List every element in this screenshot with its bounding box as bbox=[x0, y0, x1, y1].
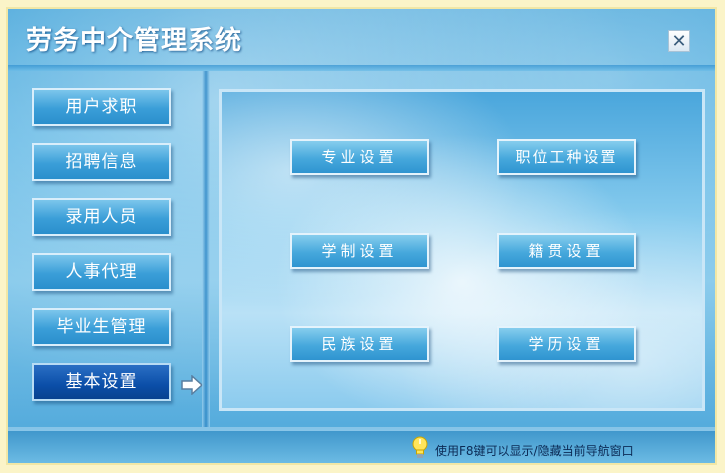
sidebar-divider bbox=[202, 71, 210, 427]
sidebar-item-graduate-management[interactable]: 毕业生管理 bbox=[32, 308, 171, 346]
status-hint-text: 使用F8键可以显示/隐藏当前导航窗口 bbox=[435, 444, 634, 458]
window-title: 劳务中介管理系统 bbox=[26, 26, 243, 56]
school-system-settings-button[interactable]: 学制设置 bbox=[290, 233, 429, 269]
sidebar-item-hired-staff[interactable]: 录用人员 bbox=[32, 198, 171, 236]
close-button[interactable]: ✕ bbox=[668, 30, 690, 52]
native-place-settings-button[interactable]: 籍贯设置 bbox=[497, 233, 636, 269]
sidebar-item-job-seeking[interactable]: 用户求职 bbox=[32, 88, 171, 126]
sidebar-item-basic-settings[interactable]: 基本设置 bbox=[32, 363, 171, 401]
lightbulb-icon bbox=[412, 436, 428, 458]
major-settings-button[interactable]: 专业设置 bbox=[290, 139, 429, 175]
position-settings-button[interactable]: 职位工种设置 bbox=[497, 139, 636, 175]
settings-panel: 专业设置 职位工种设置 学制设置 籍贯设置 民族设置 学历设置 bbox=[219, 89, 705, 411]
education-settings-button[interactable]: 学历设置 bbox=[497, 326, 636, 362]
ethnicity-settings-button[interactable]: 民族设置 bbox=[290, 326, 429, 362]
app-window: 劳务中介管理系统 ✕ 用户求职 招聘信息 录用人员 人事代理 毕业生管理 基本设… bbox=[6, 7, 717, 465]
arrow-right-icon bbox=[181, 375, 204, 395]
status-bar-stripe bbox=[8, 427, 715, 431]
sidebar-item-recruitment-info[interactable]: 招聘信息 bbox=[32, 143, 171, 181]
sidebar: 用户求职 招聘信息 录用人员 人事代理 毕业生管理 基本设置 bbox=[8, 71, 204, 427]
sidebar-item-hr-agency[interactable]: 人事代理 bbox=[32, 253, 171, 291]
